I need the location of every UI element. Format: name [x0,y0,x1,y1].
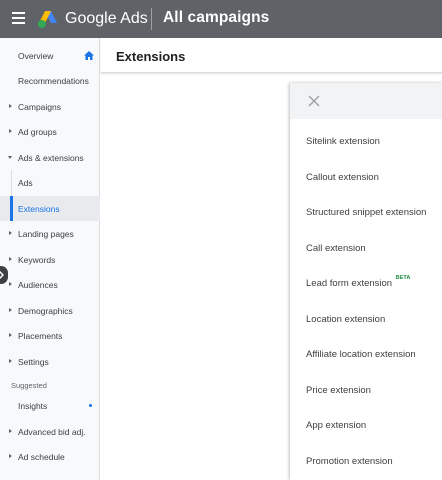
option-app-extension[interactable]: App extension [290,408,442,443]
sidebar-item-insights[interactable]: Insights [0,393,100,418]
chevron-right-icon [9,359,12,363]
sidebar-item-label: Audiences [18,279,58,290]
sidebar-item-audiences[interactable]: Audiences [0,272,100,297]
sidebar-item-ad-groups[interactable]: Ad groups [0,119,100,144]
sidebar-item-label: Advanced bid adj. [18,426,86,437]
breadcrumb[interactable]: All campaigns [163,8,269,28]
brand-name: Google Ads [65,10,148,27]
beta-badge: BETA [395,275,411,281]
sidebar-item-label: Recommendations [18,75,89,86]
sidebar-item-label: Placements [18,330,63,341]
sidebar-item-label: Demographics [18,305,73,316]
chevron-right-icon [9,231,12,235]
option-label: Price extension [306,385,371,396]
chevron-right-icon [0,271,4,279]
chevron-right-icon [9,429,12,433]
panel-header [290,83,442,119]
option-label: Promotion extension [306,456,393,467]
option-location-extension[interactable]: Location extension [290,302,442,337]
sidebar-item-extensions[interactable]: Extensions [0,196,100,221]
sidebar-item-label: Ads [18,177,33,188]
option-label-text: Lead form extension [306,278,393,289]
sidebar-item-ads-extensions[interactable]: Ads & extensions [0,145,100,170]
sidebar-item-keywords[interactable]: Keywords [0,247,100,272]
sidebar-item-overview[interactable]: Overview [0,43,100,68]
sidebar-item-ad-schedule[interactable]: Ad schedule [0,444,100,469]
menu-icon[interactable] [12,12,25,24]
chevron-right-icon [9,333,12,337]
home-icon [84,51,94,60]
sidebar-item-label: Ad groups [18,126,57,137]
chevron-right-icon [9,308,12,312]
sidebar-item-placements[interactable]: Placements [0,323,100,348]
chevron-right-icon [9,104,12,108]
page-title: Extensions [116,49,186,64]
option-structured-snippet-extension[interactable]: Structured snippet extension [290,195,442,230]
chevron-right-icon [9,257,12,261]
sidebar-item-recommendations[interactable]: Recommendations [0,68,100,93]
sidebar-item-label: Settings [18,356,49,367]
sidebar: Overview Recommendations Campaigns Ad gr… [0,38,100,480]
chevron-down-icon [8,156,12,159]
option-label: Lead form extension BETA [306,275,411,289]
chevron-right-icon [9,282,12,286]
chevron-right-icon [9,129,12,133]
option-label: Callout extension [306,172,379,183]
top-bar: Google Ads All campaigns [0,0,442,38]
sidebar-item-landing-pages[interactable]: Landing pages [0,221,100,246]
sidebar-item-label: Ad schedule [18,451,65,462]
sidebar-item-label: Landing pages [18,228,74,239]
option-label: Affiliate location extension [306,349,416,360]
close-icon[interactable] [307,94,321,108]
sidebar-item-ads[interactable]: Ads [0,170,100,195]
section-label-suggested: Suggested [11,381,47,390]
sidebar-item-label: Extensions [18,203,60,214]
option-lead-form-extension[interactable]: Lead form extension BETA [290,266,442,301]
notification-dot [89,404,92,407]
option-label: Sitelink extension [306,136,380,147]
sidebar-item-label: Campaigns [18,101,61,112]
header-divider [151,8,152,30]
google-ads-logo [38,11,57,28]
option-call-extension[interactable]: Call extension [290,231,442,266]
chevron-right-icon [9,454,12,458]
option-promotion-extension[interactable]: Promotion extension [290,444,442,479]
option-label: Location extension [306,314,386,325]
option-callout-extension[interactable]: Callout extension [290,160,442,195]
option-sitelink-extension[interactable]: Sitelink extension [290,124,442,159]
sidebar-item-campaigns[interactable]: Campaigns [0,94,100,119]
sidebar-item-label: Overview [18,50,54,61]
sidebar-item-demographics[interactable]: Demographics [0,298,100,323]
option-price-extension[interactable]: Price extension [290,373,442,408]
extension-type-panel: Sitelink extension Callout extension Str… [290,83,442,480]
sidebar-item-label: Insights [18,400,48,411]
sidebar-item-label: Keywords [18,254,56,265]
option-affiliate-location-extension[interactable]: Affiliate location extension [290,337,442,372]
page-header: Extensions [101,38,442,73]
main-content: Extensions Sitelink extension Callout ex… [101,38,442,480]
sidebar-item-label: Ads & extensions [18,152,84,163]
option-label: App extension [306,420,367,431]
option-label: Call extension [306,243,366,254]
sidebar-item-advanced-bid-adj[interactable]: Advanced bid adj. [0,419,100,444]
option-label: Structured snippet extension [306,207,427,218]
sidebar-item-settings[interactable]: Settings [0,349,100,374]
